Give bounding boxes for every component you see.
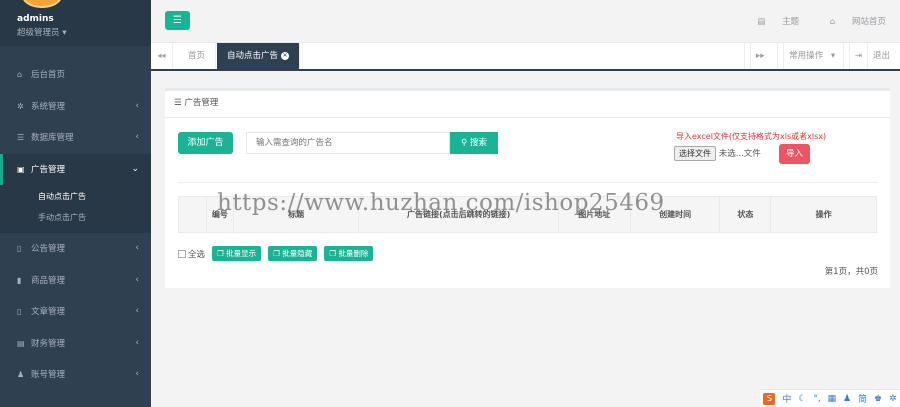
file-picker: 选择文件 未选...文件: [674, 146, 761, 161]
tabs-right-controls: ▸▸ 常用操作 ▾ ⇥ 退出: [743, 43, 900, 69]
col-link: 广告链接(点击后跳转的链接): [359, 197, 559, 232]
menu-toggle-button[interactable]: ☰: [165, 11, 190, 30]
theme-link[interactable]: ▤ 主题: [743, 17, 799, 27]
bulk-actions: 全选 ❐ 批量显示 ❐ 批量隐藏 ❐ 批量删除: [178, 246, 374, 261]
bulk-hide-button[interactable]: ❐ 批量隐藏: [268, 246, 318, 261]
sidebar-nav-rest: ▯ 公告管理 ‹ ▮ 商品管理 ‹ ▯ 文章管理 ‹ ▤ 财务管理 ‹ ♟ 账号管理 ‹: [0, 233, 151, 391]
username: admins: [17, 14, 54, 24]
col-title: 标题: [234, 197, 360, 232]
pagination-info: 第1页，共0页: [824, 267, 878, 277]
chevron-left-icon: ‹: [135, 132, 139, 142]
list-icon: ☰: [174, 98, 182, 108]
col-actions: 操作: [815, 210, 832, 219]
keyboard-icon[interactable]: ▦: [828, 394, 837, 404]
col-status: 状态: [720, 197, 772, 232]
col-id: 编号: [207, 197, 234, 232]
import-hint: 导入excel文件(仅支持格式为xls或者xlsx): [676, 132, 827, 141]
logo: [22, 0, 62, 8]
import-button[interactable]: 导入: [779, 144, 810, 164]
gear-icon: ✲: [17, 101, 24, 111]
tab-home[interactable]: 首页: [178, 43, 217, 69]
ad-management-panel: ☰ 广告管理 添加广告 ⚲ 搜索 导入excel文件(仅支持格式为xls或者xl…: [165, 88, 890, 288]
file-icon: ▮: [17, 275, 22, 285]
bulk-show-button[interactable]: ❐ 批量显示: [212, 246, 262, 261]
ime-simplified-mode[interactable]: 简: [858, 392, 867, 405]
ads-submenu: 自动点击广告 手动点击广告: [0, 185, 151, 233]
image-icon: ▣: [17, 164, 25, 174]
logout-icon: ⇥: [848, 43, 867, 69]
profile: admins 超级管理员 ▾: [0, 0, 151, 46]
file-icon: ▯: [17, 244, 22, 253]
file-status: 未选...文件: [718, 149, 761, 159]
col-checkbox: [179, 197, 207, 232]
user-icon: ♟: [17, 370, 25, 379]
chevron-left-icon: ‹: [135, 337, 139, 348]
ime-toolbar: S 中 ☾ °, ▦ ♟ 简 ♚ ✲: [760, 389, 900, 407]
site-home-link[interactable]: ⌂ 网站首页: [816, 17, 886, 27]
chevron-left-icon: ‹: [135, 274, 139, 285]
chevron-left-icon: ‹: [135, 100, 139, 111]
submenu-manual-click-ads[interactable]: 手动点击广告: [0, 207, 151, 228]
submenu-auto-click-ads[interactable]: 自动点击广告: [0, 186, 151, 207]
role-dropdown[interactable]: 超级管理员 ▾: [17, 26, 151, 38]
sidebar-item-system[interactable]: ✲ 系统管理 ‹: [0, 91, 151, 123]
sidebar-item-home[interactable]: ⌂ 后台首页: [0, 59, 151, 91]
sidebar: admins 超级管理员 ▾ ⌂ 后台首页 ✲ 系统管理 ‹ ☰ 数据库管理 ‹ ▣ 广告管…: [0, 0, 151, 407]
chevron-left-icon: ‹: [135, 306, 139, 316]
chevron-left-icon: ‹: [135, 369, 139, 379]
sidebar-item-goods[interactable]: ▮ 商品管理 ‹: [0, 265, 151, 297]
sidebar-nav: ⌂ 后台首页 ✲ 系统管理 ‹ ☰ 数据库管理 ‹ ▣ 广告管理 ⌄: [0, 59, 151, 185]
choose-file-button[interactable]: 选择文件: [674, 146, 716, 161]
copy-icon: ❐: [329, 249, 336, 258]
logout-button[interactable]: ⇥ 退出: [842, 43, 900, 69]
moon-icon[interactable]: ☾: [798, 394, 806, 404]
hamburger-icon: ☰: [173, 15, 182, 26]
sidebar-item-accounts[interactable]: ♟ 账号管理 ‹: [0, 359, 151, 391]
home-icon: ⌂: [17, 70, 23, 79]
money-icon: ▤: [17, 338, 25, 348]
ads-table-header: 编号 标题 广告链接(点击后跳转的链接) 图片地址 创建时间 状态 操作: [178, 196, 877, 233]
top-links: ▤ 主题 ⌂ 网站首页: [729, 15, 886, 27]
ime-chinese-mode[interactable]: 中: [782, 392, 791, 405]
sidebar-item-ads[interactable]: ▣ 广告管理 ⌄: [0, 153, 151, 185]
common-ops-dropdown[interactable]: 常用操作 ▾: [777, 43, 840, 69]
panel-title: ☰ 广告管理: [165, 91, 890, 118]
database-icon: ☰: [17, 133, 25, 142]
home-icon: ⌂: [829, 17, 836, 27]
tab-auto-click-ads[interactable]: 自动点击广告 ✕: [217, 43, 301, 69]
search-input[interactable]: [246, 132, 450, 154]
tabs-scroll-left-button[interactable]: ◂◂: [151, 43, 173, 69]
col-image: 图片地址: [559, 197, 631, 232]
chevron-down-icon: ⌄: [131, 163, 139, 174]
topbar: ☰ ▤ 主题 ⌂ 网站首页: [151, 0, 900, 43]
punctuation-icon[interactable]: °,: [813, 394, 820, 404]
divider: [178, 182, 878, 183]
add-ad-button[interactable]: 添加广告: [178, 132, 233, 154]
search-button[interactable]: ⚲ 搜索: [450, 132, 498, 154]
theme-icon: ▤: [757, 17, 766, 27]
gear-icon[interactable]: ✲: [889, 394, 897, 404]
select-all-checkbox[interactable]: [178, 249, 186, 258]
search-icon: ⚲: [461, 138, 468, 148]
double-chevron-left-icon: ◂◂: [157, 51, 166, 60]
tabs-bar: ◂◂ 首页 自动点击广告 ✕ ▸▸ 常用操作 ▾ ⇥ 退出: [151, 43, 900, 71]
copy-icon: ❐: [217, 249, 224, 258]
copy-icon: ❐: [273, 249, 280, 258]
file-icon: ▯: [17, 307, 22, 316]
sidebar-item-articles[interactable]: ▯ 文章管理 ‹: [0, 296, 151, 328]
sogou-logo-icon: S: [763, 392, 776, 405]
sidebar-item-finance[interactable]: ▤ 财务管理 ‹: [0, 328, 151, 360]
close-icon[interactable]: ✕: [281, 52, 290, 60]
double-chevron-right-icon: ▸▸: [749, 43, 770, 69]
shirt-icon[interactable]: ♚: [874, 394, 882, 404]
user-icon[interactable]: ♟: [843, 394, 851, 404]
sidebar-item-database[interactable]: ☰ 数据库管理 ‹: [0, 122, 151, 154]
bulk-delete-button[interactable]: ❐ 批量删除: [324, 246, 374, 261]
chevron-left-icon: ‹: [135, 243, 139, 253]
tabs-scroll-right-button[interactable]: ▸▸: [743, 43, 775, 69]
select-all-label: 全选: [188, 249, 206, 260]
col-created: 创建时间: [631, 197, 721, 232]
sidebar-item-notice[interactable]: ▯ 公告管理 ‹: [0, 233, 151, 265]
